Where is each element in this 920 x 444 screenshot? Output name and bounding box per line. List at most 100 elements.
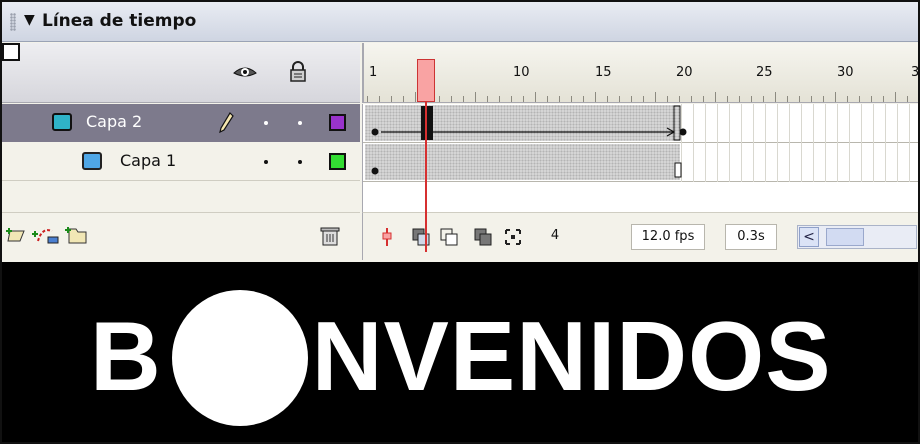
ruler-tick bbox=[619, 96, 620, 102]
ruler-tick bbox=[871, 96, 872, 102]
ruler-label: 10 bbox=[513, 65, 530, 80]
elapsed-time: 0.3s bbox=[725, 224, 777, 250]
lock-icon[interactable] bbox=[289, 61, 307, 83]
ruler-label: 3 bbox=[911, 65, 920, 80]
layer-name[interactable]: Capa 1 bbox=[120, 151, 176, 170]
ruler-tick bbox=[859, 96, 860, 102]
stage-circle-shape[interactable] bbox=[172, 290, 308, 426]
ruler-tick bbox=[463, 96, 464, 102]
ruler-label: 20 bbox=[676, 65, 693, 80]
ruler-tick bbox=[703, 96, 704, 102]
ruler-tick bbox=[571, 96, 572, 102]
layer-type-icon bbox=[82, 152, 102, 170]
ruler-tick bbox=[379, 96, 380, 102]
ruler-tick bbox=[811, 96, 812, 102]
outline-toggle-icon[interactable] bbox=[2, 43, 20, 61]
layer-row-capa-1[interactable]: Capa 1 bbox=[2, 143, 360, 181]
ruler-tick bbox=[511, 96, 512, 102]
frame-ruler[interactable]: 1 5 10 15 20 25 30 3 bbox=[362, 43, 918, 103]
onion-skin-icon[interactable] bbox=[411, 227, 431, 247]
playhead-line bbox=[425, 102, 427, 252]
frames-row-capa-2[interactable] bbox=[363, 104, 918, 143]
ruler-label: 30 bbox=[837, 65, 854, 80]
stage-text-left: B bbox=[90, 301, 162, 411]
onion-skin-outlines-icon[interactable] bbox=[439, 227, 459, 247]
panel-title: Línea de tiempo bbox=[42, 11, 197, 31]
ruler-tick bbox=[715, 92, 716, 102]
timeline-window: ▼ Línea de tiempo 1 5 10 15 20 25 30 3 C… bbox=[0, 0, 920, 444]
ruler-tick bbox=[631, 96, 632, 102]
ruler-tick bbox=[415, 92, 416, 102]
ruler-tick bbox=[475, 92, 476, 102]
frame-toolbar: 4 12.0 fps 0.3s < bbox=[362, 212, 918, 260]
ruler-tick bbox=[655, 92, 656, 102]
ruler-tick bbox=[691, 96, 692, 102]
ruler-tick bbox=[535, 92, 536, 102]
ruler-label: 1 bbox=[369, 65, 378, 80]
layer-type-icon bbox=[52, 113, 72, 131]
edit-multiple-frames-icon[interactable] bbox=[473, 227, 493, 247]
playhead-marker[interactable] bbox=[417, 59, 435, 102]
insert-layer-icon[interactable] bbox=[6, 225, 28, 245]
ruler-tick bbox=[895, 92, 896, 102]
add-motion-guide-icon[interactable] bbox=[32, 225, 60, 245]
ruler-label: 25 bbox=[756, 65, 773, 80]
empty-frame-cells[interactable] bbox=[681, 143, 918, 182]
ruler-tick bbox=[595, 92, 596, 102]
frames-row-capa-1[interactable] bbox=[363, 143, 918, 182]
horizontal-scrollbar[interactable]: < bbox=[797, 225, 917, 249]
ruler-tick bbox=[547, 96, 548, 102]
ruler-tick bbox=[583, 96, 584, 102]
layer-name[interactable]: Capa 2 bbox=[86, 112, 142, 131]
stage[interactable]: B NVENIDOS bbox=[2, 262, 918, 442]
ruler-tick bbox=[367, 96, 368, 102]
insert-folder-icon[interactable] bbox=[64, 225, 88, 245]
show-hide-eye-icon[interactable] bbox=[232, 63, 258, 81]
ruler-tick bbox=[499, 96, 500, 102]
ruler-tick bbox=[787, 96, 788, 102]
pencil-edit-icon bbox=[219, 112, 234, 134]
collapse-arrow-icon[interactable]: ▼ bbox=[24, 12, 35, 28]
ruler-tick bbox=[907, 96, 908, 102]
modify-onion-markers-icon[interactable] bbox=[503, 227, 523, 247]
motion-tween-arrow bbox=[371, 105, 687, 141]
layer-list-empty-area bbox=[2, 182, 360, 212]
ruler-tick bbox=[727, 96, 728, 102]
visibility-dot[interactable] bbox=[264, 160, 268, 164]
ruler-tick bbox=[403, 96, 404, 102]
ruler-label: 15 bbox=[595, 65, 612, 80]
layer-color-swatch[interactable] bbox=[329, 153, 346, 170]
ruler-tick bbox=[667, 96, 668, 102]
static-frames-markers bbox=[371, 162, 682, 178]
ruler-tick bbox=[523, 96, 524, 102]
current-frame: 4 bbox=[550, 228, 560, 243]
ruler-tick bbox=[363, 43, 364, 102]
ruler-tick bbox=[643, 96, 644, 102]
ruler-tick bbox=[739, 96, 740, 102]
ruler-tick bbox=[751, 96, 752, 102]
layer-color-swatch[interactable] bbox=[329, 114, 346, 131]
ruler-tick bbox=[607, 96, 608, 102]
layer-header bbox=[2, 43, 360, 103]
lock-dot[interactable] bbox=[298, 160, 302, 164]
ruler-tick bbox=[823, 96, 824, 102]
stage-text-right: NVENIDOS bbox=[311, 301, 832, 411]
drag-grip-icon[interactable] bbox=[10, 13, 16, 31]
delete-layer-trash-icon[interactable] bbox=[320, 225, 340, 247]
center-frame-icon[interactable] bbox=[377, 227, 397, 247]
scroll-left-button[interactable]: < bbox=[799, 227, 819, 247]
empty-frame-cells[interactable] bbox=[681, 104, 918, 143]
visibility-dot[interactable] bbox=[264, 121, 268, 125]
ruler-tick bbox=[487, 96, 488, 102]
panel-titlebar[interactable]: ▼ Línea de tiempo bbox=[2, 2, 918, 42]
ruler-tick bbox=[679, 96, 680, 102]
layer-row-capa-2[interactable]: Capa 2 bbox=[2, 104, 360, 142]
frames-grid[interactable] bbox=[362, 104, 918, 212]
ruler-tick bbox=[847, 96, 848, 102]
scroll-thumb[interactable] bbox=[826, 228, 864, 246]
frame-rate: 12.0 fps bbox=[631, 224, 705, 250]
ruler-tick bbox=[439, 96, 440, 102]
lock-dot[interactable] bbox=[298, 121, 302, 125]
ruler-tick bbox=[775, 92, 776, 102]
ruler-tick bbox=[559, 96, 560, 102]
